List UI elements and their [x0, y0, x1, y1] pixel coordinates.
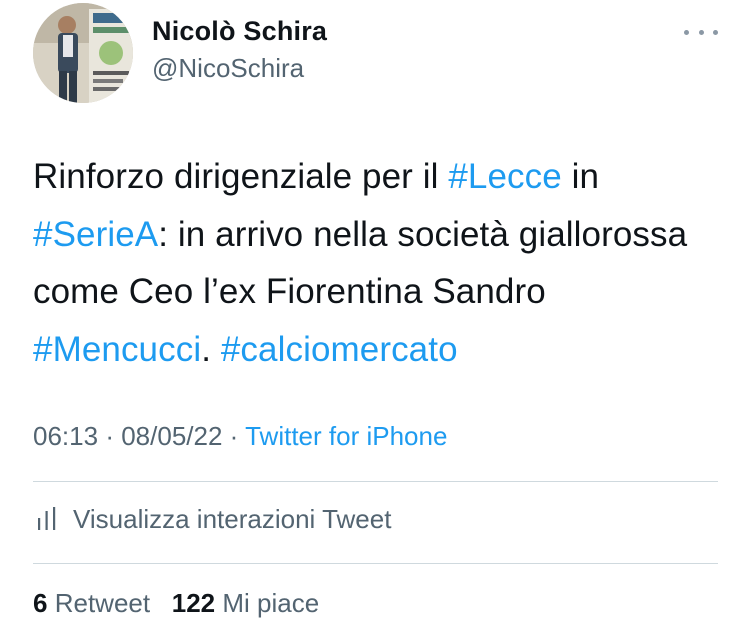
hashtag-link[interactable]: #calciomercato — [221, 330, 458, 369]
analytics-label: Visualizza interazioni Tweet — [73, 504, 392, 534]
tweet-card: Nicolò Schira @NicoSchira Rinforzo dirig… — [0, 0, 750, 625]
tweet-text: Rinforzo dirigenziale per il #Lecce in #… — [33, 148, 723, 378]
avatar-photo — [33, 3, 133, 103]
tweet-time[interactable]: 06:13 — [33, 421, 98, 451]
meta-separator: · — [229, 421, 239, 451]
more-dot — [684, 29, 689, 35]
retweets-stat[interactable]: 6 Retweet — [33, 588, 150, 618]
avatar[interactable] — [33, 3, 133, 103]
likes-count: 122 — [171, 588, 216, 618]
likes-stat[interactable]: 122 Mi piace — [172, 588, 319, 618]
divider — [33, 563, 718, 564]
retweets-label: Retweet — [54, 588, 151, 618]
tweet-meta: 06:13 · 08/05/22 · Twitter for iPhone — [33, 419, 447, 453]
divider — [33, 481, 718, 482]
meta-separator: · — [105, 421, 114, 451]
author-handle[interactable]: @NicoSchira — [152, 51, 327, 85]
more-options-icon[interactable] — [684, 22, 718, 42]
more-dot — [698, 29, 704, 35]
analytics-bars-icon — [38, 507, 56, 530]
tweet-text-segment: Rinforzo dirigenziale per il — [33, 157, 449, 196]
tweet-text-segment: in — [561, 157, 600, 196]
retweets-count: 6 — [33, 588, 48, 618]
author-display-name[interactable]: Nicolò Schira — [152, 14, 327, 48]
hashtag-link[interactable]: #Lecce — [448, 157, 561, 196]
tweet-date[interactable]: 08/05/22 — [121, 421, 222, 451]
tweet-stats: 6 Retweet 122 Mi piace — [33, 586, 319, 620]
tweet-author[interactable]: Nicolò Schira @NicoSchira — [152, 14, 327, 85]
view-analytics-button[interactable]: Visualizza interazioni Tweet — [33, 502, 391, 536]
hashtag-link[interactable]: #SerieA — [33, 215, 158, 254]
more-dot — [713, 29, 718, 35]
hashtag-link[interactable]: #Mencucci — [33, 330, 201, 369]
tweet-source-link[interactable]: Twitter for iPhone — [245, 421, 447, 451]
likes-label: Mi piace — [222, 588, 320, 618]
tweet-text-segment: . — [201, 329, 221, 369]
